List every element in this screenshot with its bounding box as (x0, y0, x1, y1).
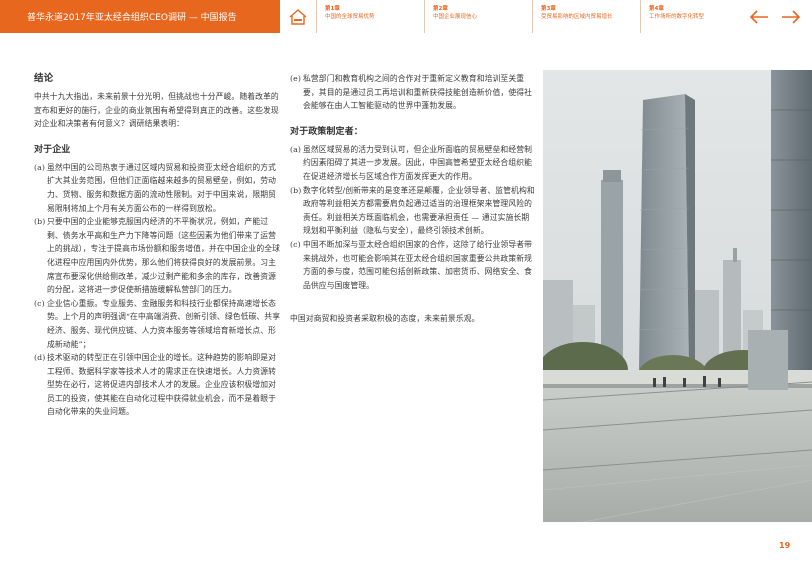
list-item-text: 虽然中国的公司热衷于通过区域内贸易和投资亚太经合组织的方式扩大其业务范围，但他们… (47, 162, 277, 213)
list-item: (b) 只要中国的企业能够克服国内经济的不平衡状况，例如，产能过剩、债务水平高和… (34, 215, 282, 297)
list-item-text: 企业信心重振。专业服务、金融服务和科技行业都保持高速增长态势。上个月的声明强调“… (47, 298, 281, 349)
list-item: (e) 私营部门和教育机构之间的合作对于重新定义教育和培训至关重要，其目的是通过… (290, 72, 536, 113)
list-item: (d) 技术驱动的转型正在引领中国企业的增长。这种趋势的影响即是对工程师、数据科… (34, 351, 282, 419)
list-item-label: (a) (34, 162, 46, 172)
arrow-left-icon (749, 9, 768, 24)
business-subheading: 对于企业 (34, 144, 71, 155)
left-text-column: 结论 中共十九大指出，未来前景十分光明，但挑战也十分严峻。随着改革的宣布和更好的… (34, 72, 282, 419)
list-item: (b) 数字化转型/创新带来的是变革还是颠覆，企业领导者、监管机构和政府等利益相… (290, 184, 536, 238)
list-item-label: (b) (34, 217, 46, 227)
tab-chapter-label: 中国企业展现信心 (433, 14, 478, 20)
list-item-text: 私营部门和教育机构之间的合作对于重新定义教育和培训至关重要，其目的是通过员工再培… (303, 74, 533, 111)
policy-subheading: 对于政策制定者： (290, 126, 363, 137)
list-item: (c) 中国不断加深与亚太经合组织国家的合作，这除了给行业领导者带来挑战外，也可… (290, 238, 536, 292)
tab-chapter-number: 第1章 (325, 6, 340, 12)
arrow-right-icon (782, 9, 801, 24)
list-item-label: (c) (290, 239, 301, 249)
tab-chapter-1[interactable]: 第1章 中国的全球贸易优势 (316, 0, 424, 33)
tab-chapter-label: 受贸易影响的区域内贸易增长 (541, 14, 613, 20)
closing-paragraph: 中国对商贸和投资者采取积极的态度，未来前景乐观。 (290, 314, 480, 324)
intro-paragraph: 中共十九大指出，未来前景十分光明，但挑战也十分严峻。随着改革的宣布和更好的施行，… (34, 92, 279, 129)
next-page-button[interactable] (781, 9, 801, 25)
home-button[interactable] (280, 0, 316, 33)
list-item-label: (d) (34, 353, 46, 363)
city-skyline-illustration (543, 70, 812, 522)
prev-page-button[interactable] (749, 9, 769, 25)
tab-chapter-2[interactable]: 第2章 中国企业展现信心 (424, 0, 532, 33)
list-item-label: (a) (290, 144, 302, 154)
tab-chapter-label: 中国的全球贸易优势 (325, 14, 375, 20)
list-item-label: (e) (290, 74, 301, 83)
list-item-text: 只要中国的企业能够克服国内经济的不平衡状况，例如，产能过剩、债务水平高和生产力下… (47, 217, 281, 295)
list-item: (c) 企业信心重振。专业服务、金融服务和科技行业都保持高速增长态势。上个月的声… (34, 297, 282, 351)
list-item: (a) 虽然中国的公司热衷于通过区域内贸易和投资亚太经合组织的方式扩大其业务范围… (34, 161, 282, 215)
list-item-label: (b) (290, 185, 302, 195)
list-item-label: (c) (34, 298, 45, 308)
top-nav-bar: 普华永道2017年亚太经合组织CEO调研 — 中国报告 第1章 中国的全球贸易优… (0, 0, 812, 33)
tab-chapter-label: 工作场所的数字化转型 (649, 14, 705, 20)
list-item-text: 数字化转型/创新带来的是变革还是颠覆，企业领导者、监管机构和政府等利益相关方都需… (303, 185, 535, 236)
tab-chapter-3[interactable]: 第3章 受贸易影响的区域内贸易增长 (532, 0, 640, 33)
conclusion-heading: 结论 (34, 73, 54, 84)
list-item-text: 技术驱动的转型正在引领中国企业的增长。这种趋势的影响即是对工程师、数据科学家等技… (47, 353, 277, 417)
list-item-text: 中国不断加深与亚太经合组织国家的合作，这除了给行业领导者带来挑战外，也可能会影响… (303, 239, 533, 290)
page-number: 19 (779, 541, 791, 550)
tab-chapter-number: 第2章 (433, 6, 448, 12)
tab-chapter-number: 第4章 (649, 6, 664, 12)
report-title: 普华永道2017年亚太经合组织CEO调研 — 中国报告 (0, 0, 280, 33)
list-item: (a) 虽然区域贸易的活力受到认可，但企业所面临的贸易壁垒和经营制约因素阻碍了其… (290, 143, 536, 184)
tab-chapter-4[interactable]: 第4章 工作场所的数字化转型 (640, 0, 738, 33)
city-photo (543, 70, 812, 522)
home-icon (289, 8, 307, 25)
page-nav-arrows (738, 0, 812, 33)
list-item-text: 虽然区域贸易的活力受到认可，但企业所面临的贸易壁垒和经营制约因素阻碍了其进一步发… (303, 144, 533, 181)
middle-text-column: (e) 私营部门和教育机构之间的合作对于重新定义教育和培训至关重要，其目的是通过… (290, 72, 536, 326)
tab-chapter-number: 第3章 (541, 6, 556, 12)
